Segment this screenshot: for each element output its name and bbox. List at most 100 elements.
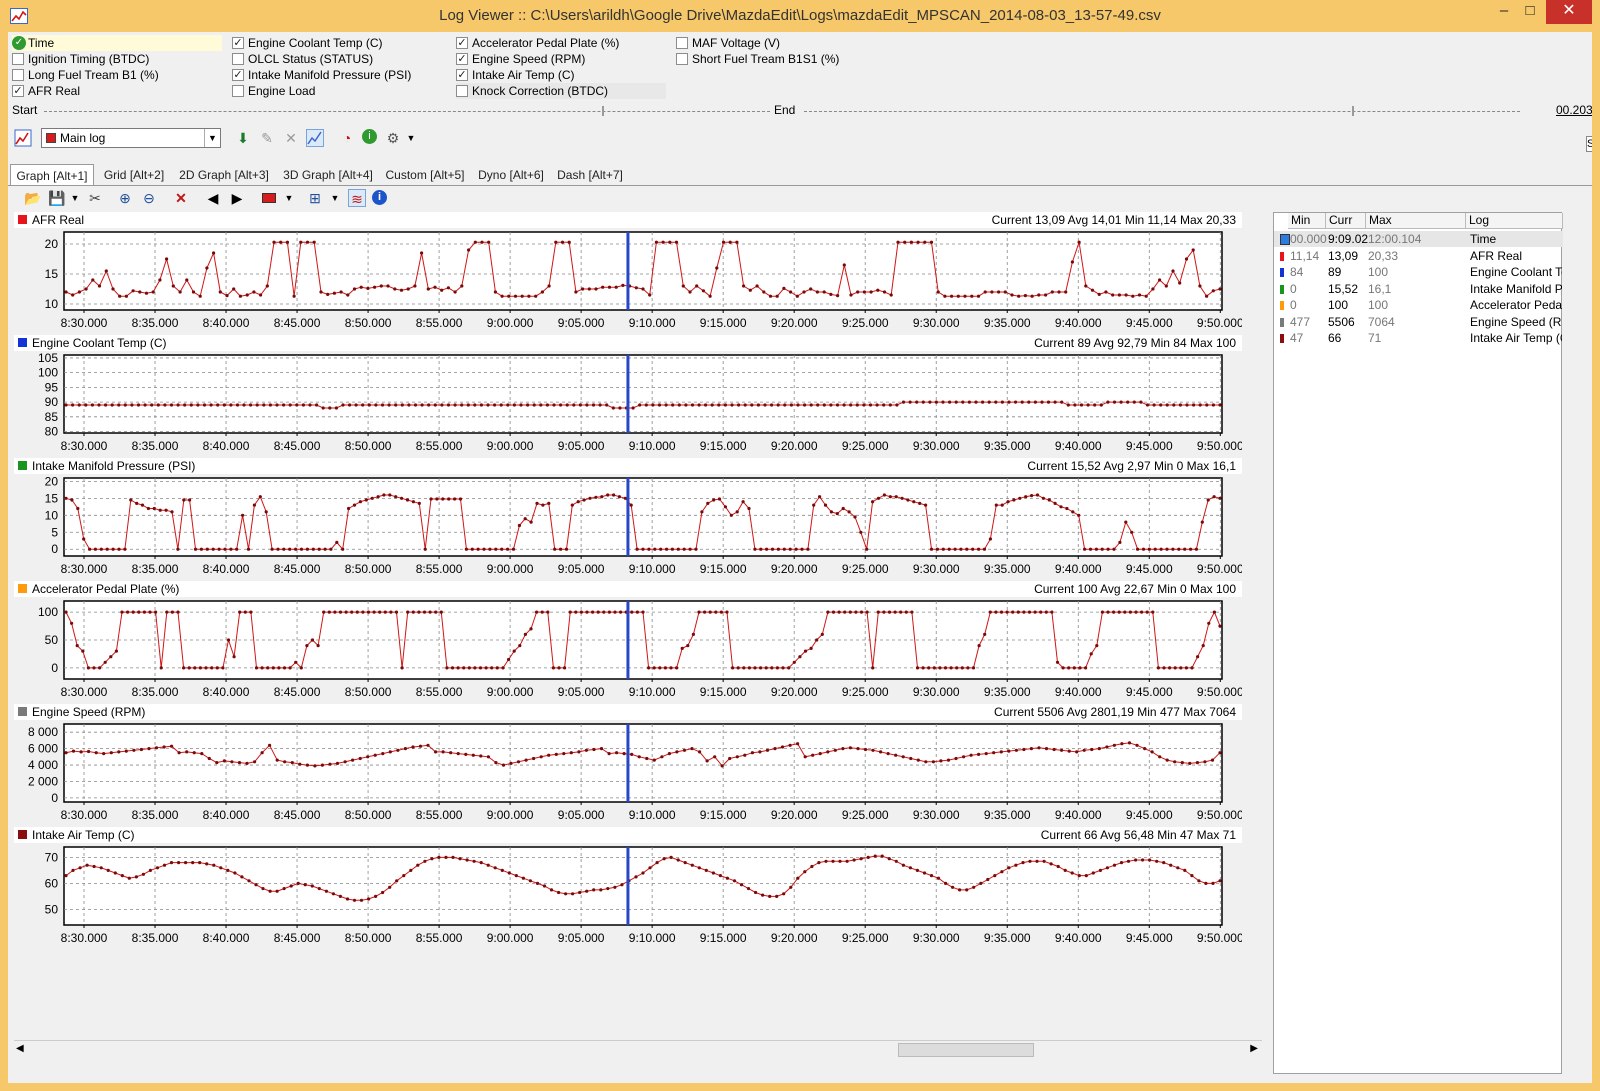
channel-checkbox[interactable]: ✓ AFR Real: [12, 83, 222, 99]
next-arrow-icon[interactable]: ▶: [228, 189, 246, 207]
tab-custom[interactable]: Custom [Alt+5]: [382, 164, 468, 186]
open-folder-icon[interactable]: 📂: [24, 189, 42, 207]
checkbox-box[interactable]: ✓: [456, 69, 468, 81]
graph-panel[interactable]: Intake Manifold Pressure (PSI) Current 15…: [14, 458, 1242, 580]
scroll-left-icon[interactable]: ◀: [16, 1043, 24, 1054]
channel-checkbox[interactable]: Short Fuel Tream B1S1 (%): [676, 51, 876, 67]
column-header[interactable]: Max: [1366, 213, 1466, 229]
graph-panel[interactable]: Accelerator Pedal Plate (%) Current 100 A…: [14, 581, 1242, 703]
channel-checkbox[interactable]: ✓ Accelerator Pedal Plate (%): [456, 35, 666, 51]
checkbox-box[interactable]: [676, 53, 688, 65]
info-green-icon[interactable]: i: [362, 129, 377, 144]
channel-checkbox[interactable]: OLCL Status (STATUS): [232, 51, 442, 67]
channel-checkbox[interactable]: ✓ Engine Coolant Temp (C): [232, 35, 442, 51]
checkbox-box[interactable]: [232, 85, 244, 97]
channel-checkbox[interactable]: Engine Load: [232, 83, 442, 99]
checkbox-box[interactable]: [456, 85, 468, 97]
channel-checkbox[interactable]: ✓ Intake Air Temp (C): [456, 67, 666, 83]
grid-layout-icon[interactable]: ⊞: [306, 189, 324, 207]
graph-panel[interactable]: Intake Air Temp (C) Current 66 Avg 56,48 …: [14, 827, 1242, 949]
settings-dropdown-icon[interactable]: ▼: [402, 129, 420, 147]
close-button[interactable]: ✕: [1546, 0, 1592, 24]
save-dropdown-icon[interactable]: ▼: [66, 189, 84, 207]
graph-panel[interactable]: Engine Coolant Temp (C) Current 89 Avg 92…: [14, 335, 1242, 457]
graph-plot[interactable]: 8:30.000 8:35.000 8:40.000 8:45.000 8:50.000…: [14, 228, 1242, 334]
scroll-right-icon[interactable]: ▶: [1250, 1043, 1258, 1054]
scrollbar-thumb[interactable]: [898, 1043, 1034, 1057]
graph-plot[interactable]: 8:30.000 8:35.000 8:40.000 8:45.000 8:50.000…: [14, 351, 1242, 457]
tab-dyno[interactable]: Dyno [Alt+6]: [472, 164, 550, 186]
zoom-in-icon[interactable]: ⊕: [116, 189, 134, 207]
graph-panel[interactable]: AFR Real Current 13,09 Avg 14,01 Min 11,1…: [14, 212, 1242, 334]
stacked-graph-icon[interactable]: ≋: [348, 189, 366, 207]
color-dropdown-icon[interactable]: ▼: [280, 189, 298, 207]
start-slider-handle[interactable]: [602, 106, 604, 116]
table-row[interactable]: 11,14 13,09 20,33 AFR Real: [1274, 248, 1563, 264]
cell-min: 0: [1290, 281, 1297, 296]
checkbox-box[interactable]: [676, 37, 688, 49]
x-tick-label: 8:30.000: [61, 808, 108, 822]
zoom-out-icon[interactable]: ⊖: [140, 189, 158, 207]
data-point: [1057, 290, 1061, 294]
end-slider[interactable]: [804, 104, 1520, 118]
graph-plot[interactable]: 8:30.000 8:35.000 8:40.000 8:45.000 8:50.000…: [14, 720, 1242, 826]
download-arrow-icon[interactable]: ⬇: [234, 129, 252, 147]
color-picker-icon[interactable]: [260, 189, 278, 207]
chevron-down-icon[interactable]: ▼: [204, 129, 220, 147]
graph-view-icon[interactable]: [14, 129, 32, 147]
tab-dash[interactable]: Dash [Alt+7]: [554, 164, 626, 186]
graph-plot[interactable]: 8:30.000 8:35.000 8:40.000 8:45.000 8:50.000…: [14, 597, 1242, 703]
column-header[interactable]: Min: [1288, 213, 1326, 229]
checkbox-box[interactable]: ✓: [232, 69, 244, 81]
graph-panel[interactable]: Engine Speed (RPM) Current 5506 Avg 2801,…: [14, 704, 1242, 826]
tab-2d[interactable]: 2D Graph [Alt+3]: [174, 164, 274, 186]
delete-log-icon[interactable]: ✕: [282, 129, 300, 147]
settings-icon[interactable]: ⚙: [384, 129, 402, 147]
table-row[interactable]: 00.000 9:09.02 12:00.104 Time: [1274, 231, 1563, 247]
data-point: [977, 752, 981, 756]
column-header[interactable]: Log: [1466, 213, 1563, 229]
checkbox-box[interactable]: [12, 53, 24, 65]
graph-plot[interactable]: 8:30.000 8:35.000 8:40.000 8:45.000 8:50.000…: [14, 474, 1242, 580]
end-slider-handle[interactable]: [1352, 106, 1354, 116]
start-slider[interactable]: [44, 104, 770, 118]
tab-3d[interactable]: 3D Graph [Alt+4]: [278, 164, 378, 186]
cut-icon[interactable]: ✂: [86, 189, 104, 207]
save-icon[interactable]: 💾: [48, 189, 66, 207]
log-selector[interactable]: Main log ▼: [41, 128, 221, 148]
graph-mode-icon[interactable]: [306, 129, 324, 147]
checkbox-box[interactable]: [12, 69, 24, 81]
checkbox-box[interactable]: ✓: [232, 37, 244, 49]
checkbox-box[interactable]: ✓: [456, 37, 468, 49]
grid-dropdown-icon[interactable]: ▼: [326, 189, 344, 207]
channel-checkbox[interactable]: Ignition Timing (BTDC): [12, 51, 222, 67]
checkbox-box[interactable]: ✓: [12, 85, 24, 97]
title-bar[interactable]: Log Viewer :: C:\Users\arildh\Google Dri…: [0, 0, 1600, 32]
table-row[interactable]: 0 15,52 16,1 Intake Manifold Pr: [1274, 281, 1563, 297]
table-row[interactable]: 477 5506 7064 Engine Speed (RP: [1274, 314, 1563, 330]
channel-checkbox[interactable]: ✓ Engine Speed (RPM): [456, 51, 666, 67]
data-point: [954, 756, 958, 761]
table-row[interactable]: 0 100 100 Accelerator Pedal: [1274, 297, 1563, 313]
channel-checkbox[interactable]: MAF Voltage (V): [676, 35, 876, 51]
horizontal-scrollbar[interactable]: ◀ ▶: [14, 1040, 1262, 1058]
column-header[interactable]: Curr: [1326, 213, 1366, 229]
channel-checkbox[interactable]: Long Fuel Tream B1 (%): [12, 67, 222, 83]
checkbox-box[interactable]: ✓: [456, 53, 468, 65]
channel-checkbox[interactable]: Knock Correction (BTDC): [456, 83, 666, 99]
tab-graph[interactable]: Graph [Alt+1]: [10, 164, 94, 186]
channel-checkbox[interactable]: ✓ Time: [12, 35, 222, 51]
edit-log-icon[interactable]: ✎: [258, 129, 276, 147]
clear-icon[interactable]: ✕: [172, 189, 190, 207]
channel-checkbox[interactable]: ✓ Intake Manifold Pressure (PSI): [232, 67, 442, 83]
gauge-icon[interactable]: ◔: [338, 129, 356, 147]
info-icon[interactable]: i: [372, 190, 387, 205]
table-row[interactable]: 47 66 71 Intake Air Temp (C: [1274, 330, 1563, 346]
previous-arrow-icon[interactable]: ◀: [204, 189, 222, 207]
checkbox-box[interactable]: [232, 53, 244, 65]
graph-plot[interactable]: 8:30.000 8:35.000 8:40.000 8:45.000 8:50.000…: [14, 843, 1242, 949]
tab-grid[interactable]: Grid [Alt+2]: [98, 164, 170, 186]
graph-area[interactable]: AFR Real Current 13,09 Avg 14,01 Min 11,1…: [14, 212, 1242, 1032]
table-row[interactable]: 84 89 100 Engine Coolant Te: [1274, 264, 1563, 280]
maximize-button[interactable]: □: [1513, 0, 1547, 24]
